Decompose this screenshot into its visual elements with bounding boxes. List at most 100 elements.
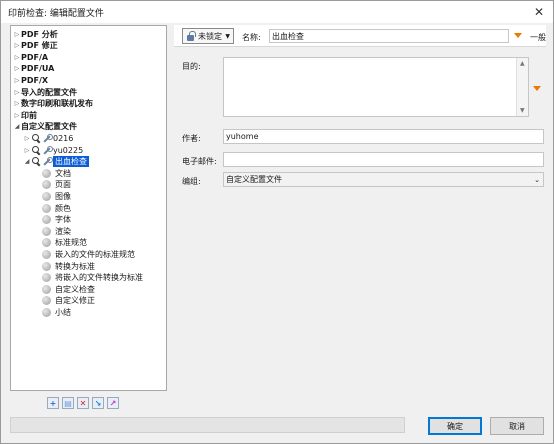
collapse-triangle-icon[interactable]: ◢ [13, 123, 21, 130]
profile-section-item[interactable]: 将嵌入的文件转换为标准 [42, 272, 143, 284]
ok-button[interactable]: 确定 [428, 417, 482, 435]
name-value: 出血检查 [272, 31, 304, 41]
profile-section-item[interactable]: 渲染 [42, 225, 71, 237]
profile-section-item[interactable]: 页面 [42, 179, 71, 191]
profile-section-item[interactable]: 字体 [42, 214, 71, 226]
section-label: 转换为标准 [55, 261, 95, 271]
expand-triangle-icon[interactable]: ▷ [13, 100, 21, 107]
expand-triangle-icon[interactable]: ▷ [13, 54, 21, 61]
export-icon[interactable]: ↗ [107, 397, 119, 409]
profile-item[interactable]: ◢ 出血检查 [23, 156, 89, 168]
preflight-edit-profile-window: 印前检查: 编辑配置文件 ✕ ▷ PDF 分析 ▷ PDF 修正 ▷ PDF/A ▷ PDF/… [0, 0, 554, 444]
expand-triangle-icon[interactable]: ▷ [13, 112, 21, 119]
cancel-button[interactable]: 取消 [490, 417, 544, 435]
expand-triangle-icon[interactable]: ▷ [13, 65, 21, 72]
email-field[interactable] [223, 152, 544, 167]
tree-item[interactable]: ◢ 自定义配置文件 [13, 121, 77, 133]
status-field [10, 417, 405, 433]
expand-triangle-icon[interactable]: ▷ [13, 42, 21, 49]
tree-item[interactable]: ▷ PDF 修正 [13, 40, 58, 52]
purpose-textarea[interactable]: ▲ ▼ [223, 57, 529, 117]
profile-section-item[interactable]: 自定义检查 [42, 283, 95, 295]
magnifier-icon [32, 133, 41, 143]
expand-triangle-icon[interactable]: ▷ [13, 31, 21, 38]
expand-triangle-icon[interactable]: ▷ [13, 89, 21, 96]
tree-item-label: PDF 分析 [21, 29, 58, 39]
cancel-label: 取消 [509, 421, 525, 431]
general-label: 一般 [530, 33, 546, 42]
tree-item[interactable]: ▷ 导入的配置文件 [13, 86, 77, 98]
profile-section-item[interactable]: 颜色 [42, 202, 71, 214]
author-field[interactable]: yuhome [223, 129, 544, 144]
circle-icon [42, 273, 51, 283]
tree-toolbar: + ▤ ✕ ↘ ↗ [47, 397, 119, 411]
close-icon[interactable]: ✕ [532, 5, 546, 19]
section-label: 标准规范 [55, 238, 87, 248]
circle-icon [42, 215, 51, 225]
tree-item[interactable]: ▷ PDF/X [13, 74, 48, 86]
circle-icon [42, 296, 51, 306]
tree-item-label: PDF 修正 [21, 41, 58, 51]
profile-section-item[interactable]: 自定义修正 [42, 295, 95, 307]
profile-section-item[interactable]: 转换为标准 [42, 260, 95, 272]
scroll-down-icon[interactable]: ▼ [520, 107, 525, 114]
tree-item[interactable]: ▷ PDF/UA [13, 63, 55, 75]
circle-icon [42, 226, 51, 236]
profile-section-item[interactable]: 小结 [42, 306, 71, 318]
tree-item-label: 导入的配置文件 [21, 87, 77, 97]
purpose-scrollbar[interactable]: ▲ ▼ [516, 58, 528, 116]
tree-item-label: 数字印刷和联机发布 [21, 99, 93, 109]
profile-label: 0216 [53, 133, 74, 143]
tree-item[interactable]: ▷ 数字印刷和联机发布 [13, 98, 93, 110]
scroll-up-icon[interactable]: ▲ [520, 60, 525, 67]
profile-item[interactable]: ▷ 0216 [23, 132, 73, 144]
name-field[interactable]: 出血检查 [269, 29, 509, 43]
tree-item-label: PDF/A [21, 52, 49, 62]
section-label: 文档 [55, 168, 71, 178]
circle-icon [42, 307, 51, 317]
wrench-icon [42, 133, 53, 143]
magnifier-icon [32, 145, 41, 155]
section-label: 自定义检查 [55, 284, 95, 294]
profile-label: yu0225 [53, 145, 84, 155]
expand-triangle-icon[interactable] [514, 33, 522, 38]
expand-triangle-icon[interactable]: ▷ [13, 77, 21, 84]
import-icon[interactable]: ↘ [92, 397, 104, 409]
profile-item[interactable]: ▷ yu0225 [23, 144, 83, 156]
ok-label: 确定 [447, 421, 463, 431]
email-label: 电子邮件: [182, 157, 217, 166]
window-title: 印前检查: 编辑配置文件 [8, 8, 104, 19]
profile-section-item[interactable]: 标准规范 [42, 237, 87, 249]
expand-triangle-icon[interactable]: ▷ [23, 147, 31, 154]
title-bar: 印前检查: 编辑配置文件 ✕ [1, 1, 553, 23]
delete-icon[interactable]: ✕ [77, 397, 89, 409]
expand-triangle-icon[interactable]: ▷ [23, 135, 31, 142]
group-label: 编组: [182, 177, 201, 186]
profile-section-item[interactable]: 文档 [42, 167, 71, 179]
tree-item[interactable]: ▷ 印前 [13, 109, 37, 121]
profile-section-item[interactable]: 图像 [42, 190, 71, 202]
profile-tree: ▷ PDF 分析 ▷ PDF 修正 ▷ PDF/A ▷ PDF/UA ▷ PDF/X ▷ 导入的配置文… [10, 25, 167, 391]
author-value: yuhome [226, 132, 259, 141]
circle-icon [42, 203, 51, 213]
profile-section-item[interactable]: 嵌入的文件的标准规范 [42, 248, 135, 260]
tree-item-label: 自定义配置文件 [21, 122, 77, 132]
group-select[interactable]: 自定义配置文件 ⌄ [223, 172, 544, 187]
tree-item-label: 印前 [21, 110, 37, 120]
collapse-triangle-icon[interactable]: ◢ [23, 158, 31, 165]
circle-icon [42, 261, 51, 271]
tree-item[interactable]: ▷ PDF/A [13, 51, 48, 63]
circle-icon [42, 284, 51, 294]
group-value: 自定义配置文件 [226, 175, 282, 184]
purpose-expand-icon[interactable] [533, 86, 541, 91]
duplicate-icon[interactable]: ▤ [62, 397, 74, 409]
lock-button[interactable]: 未锁定 ▼ [182, 28, 234, 44]
tree-item-label: PDF/UA [21, 64, 55, 74]
section-label: 图像 [55, 191, 71, 201]
purpose-label: 目的: [182, 62, 201, 71]
wrench-icon [42, 157, 53, 166]
add-icon[interactable]: + [47, 397, 59, 409]
tree-item[interactable]: ▷ PDF 分析 [13, 28, 58, 40]
section-label: 页面 [55, 180, 71, 190]
section-label: 嵌入的文件的标准规范 [55, 249, 135, 259]
